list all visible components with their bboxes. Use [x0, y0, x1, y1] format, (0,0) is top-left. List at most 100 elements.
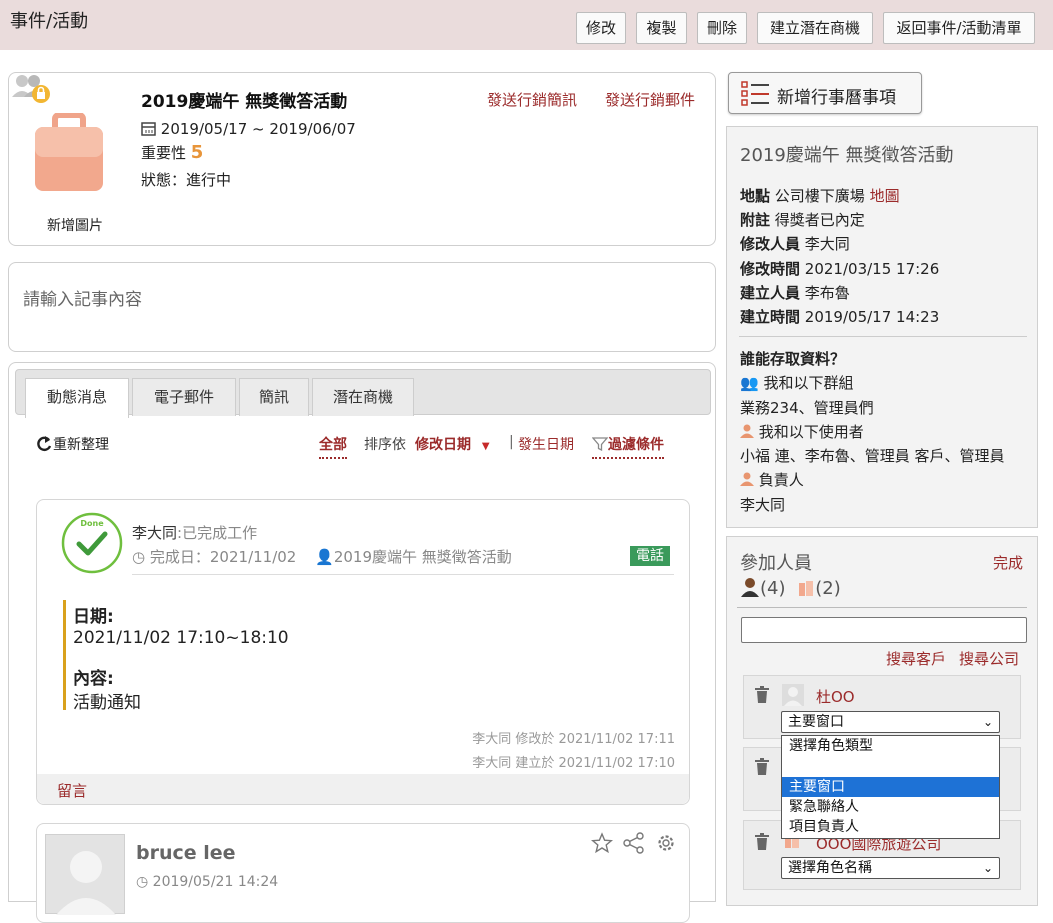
person-avatar-icon [782, 684, 804, 706]
activity-item: bruce lee ◷ 2019/05/21 14:24 [36, 823, 690, 923]
participant-name[interactable]: 杜OO [816, 686, 855, 707]
activity-meta-line: ◷ 完成日：2021/11/02 👤2019慶端午 無獎徵答活動 [132, 546, 512, 567]
modifier-row: 修改人員 李大同 [740, 233, 850, 254]
edit-button[interactable]: 修改 [576, 12, 626, 44]
owner-label: 負責人 [758, 471, 804, 489]
back-to-list-button[interactable]: 返回事件/活動清單 [883, 12, 1035, 44]
gear-icon[interactable] [655, 832, 677, 854]
role-option[interactable]: 項目負責人 [782, 817, 999, 837]
search-customer-link[interactable]: 搜尋客戶 [886, 648, 946, 669]
done-stamp-icon: Done [61, 512, 123, 574]
filter-conditions[interactable]: 過濾條件 [591, 434, 664, 459]
briefcase-image-icon[interactable] [33, 113, 105, 193]
role-option[interactable]: 選擇角色類型 [782, 736, 999, 756]
note-input[interactable]: 請輸入記事內容 [8, 262, 716, 352]
role-dropdown-list: 選擇角色類型 主要窗口 緊急聯絡人 項目負責人 [781, 735, 1000, 839]
search-company-link[interactable]: 搜尋公司 [959, 648, 1019, 669]
refresh-label: 重新整理 [53, 437, 109, 453]
activity-user[interactable]: 李大同 [132, 524, 177, 542]
chevron-down-icon: ⌄ [982, 715, 993, 729]
modified-time-value: 2021/03/15 17:26 [804, 260, 940, 278]
sort-occurred-date[interactable]: 發生日期 [518, 434, 574, 454]
note-value: 得獎者已內定 [774, 211, 865, 229]
content-accent-bar [63, 600, 66, 710]
participant-role-select[interactable]: 主要窗口 ⌄ [781, 711, 1000, 733]
activity-panel: 動態消息 電子郵件 簡訊 潛在商機 重新整理 全部 排序依 修改日期 ▼ | 發… [8, 362, 716, 923]
activity-user-line: 李大同:已完成工作 [132, 522, 257, 543]
related-event[interactable]: 2019慶端午 無獎徵答活動 [334, 548, 512, 566]
create-lead-button[interactable]: 建立潛在商機 [757, 12, 873, 44]
event-date-range: 2019/05/17 ~ 2019/06/07 [160, 120, 356, 138]
trash-icon[interactable] [754, 686, 770, 704]
filter-label: 過濾條件 [608, 437, 664, 453]
add-image-label[interactable]: 新增圖片 [47, 215, 103, 235]
role-option-empty[interactable] [782, 756, 999, 777]
sort-desc-icon: ▼ [481, 441, 490, 452]
access-title: 誰能存取資料？ [740, 350, 846, 368]
event-date-row: 2019/05/17 ~ 2019/06/07 [141, 120, 356, 138]
done-stamp-text: Done [80, 519, 104, 528]
refresh-button[interactable]: 重新整理 [35, 434, 109, 454]
participant-counts: (4) (2) [740, 577, 841, 599]
event-info-panel: 2019慶端午 無獎徵答活動 地點 公司樓下廣場 地圖 附註 得獎者已內定 修改… [726, 126, 1038, 528]
activity2-name[interactable]: bruce lee [136, 842, 236, 864]
copy-button[interactable]: 複製 [636, 12, 687, 44]
share-icon[interactable] [623, 832, 645, 854]
send-email-link[interactable]: 發送行銷郵件 [605, 89, 695, 110]
participant-role-select[interactable]: 選擇角色名稱 ⌄ [781, 857, 1000, 879]
owner-value: 李大同 [740, 496, 786, 514]
creator-row: 建立人員 李布魯 [740, 282, 850, 303]
delete-button[interactable]: 刪除 [697, 12, 747, 44]
page-title: 事件/活動 [10, 11, 89, 32]
default-avatar-icon [56, 851, 116, 915]
activity-action: :已完成工作 [177, 524, 258, 542]
add-calendar-button[interactable]: 新增行事曆事項 [728, 72, 922, 114]
modified-time-label: 修改時間 [740, 260, 801, 278]
company-count: (2) [815, 578, 841, 599]
trash-icon[interactable] [754, 833, 770, 851]
tab-leads[interactable]: 潛在商機 [312, 378, 414, 416]
participants-done-link[interactable]: 完成 [993, 552, 1023, 573]
top-bar: 事件/活動 修改 複製 刪除 建立潛在商機 返回事件/活動清單 [0, 0, 1053, 50]
tab-email[interactable]: 電子郵件 [132, 378, 236, 416]
send-sms-link[interactable]: 發送行銷簡訊 [487, 89, 577, 110]
comment-link[interactable]: 留言 [57, 780, 87, 801]
tab-news[interactable]: 動態消息 [25, 378, 129, 418]
note-label: 附註 [740, 211, 771, 229]
sort-modified-date[interactable]: 修改日期 ▼ [415, 434, 490, 454]
role-option[interactable]: 緊急聯絡人 [782, 797, 999, 817]
phone-badge: 電話 [630, 546, 670, 566]
add-calendar-label: 新增行事曆事項 [777, 88, 896, 108]
created-time-label: 建立時間 [740, 308, 801, 326]
location-row: 地點 公司樓下廣場 地圖 [740, 185, 900, 206]
content-value: 活動通知 [73, 693, 141, 713]
filter-all[interactable]: 全部 [319, 434, 347, 459]
role-option-selected[interactable]: 主要窗口 [782, 777, 999, 797]
refresh-icon [37, 436, 52, 452]
creator-label: 建立人員 [740, 284, 801, 302]
event-title: 2019慶端午 無獎徵答活動 [141, 92, 348, 112]
users-value: 小福 連、李布魯、管理員 客戶、管理員 [740, 447, 1005, 465]
note-row: 附註 得獎者已內定 [740, 209, 865, 230]
star-icon[interactable] [591, 832, 613, 854]
location-label: 地點 [740, 187, 771, 205]
trash-icon[interactable] [754, 758, 770, 776]
group-icon: 👥 [740, 374, 759, 392]
groups-value: 業務234、管理員們 [740, 399, 874, 417]
divider [737, 607, 1027, 608]
tab-bar: 動態消息 電子郵件 簡訊 潛在商機 [15, 369, 711, 418]
user-icon [740, 472, 754, 486]
note-placeholder: 請輸入記事內容 [23, 290, 142, 310]
calendar-icon [141, 122, 156, 136]
status-value: 進行中 [186, 171, 232, 189]
activity2-time-row: ◷ 2019/05/21 14:24 [136, 874, 278, 890]
tab-sms[interactable]: 簡訊 [239, 378, 309, 416]
created-info: 李大同 建立於 2021/11/02 17:10 [472, 756, 675, 771]
importance-label: 重要性 [141, 144, 187, 162]
modified-time-row: 修改時間 2021/03/15 17:26 [740, 258, 939, 279]
done-label: 完成日： [149, 548, 210, 566]
divider [132, 574, 674, 575]
map-link[interactable]: 地圖 [870, 187, 900, 205]
activity2-time: 2019/05/21 14:24 [152, 874, 279, 890]
participant-search-input[interactable] [741, 617, 1027, 643]
